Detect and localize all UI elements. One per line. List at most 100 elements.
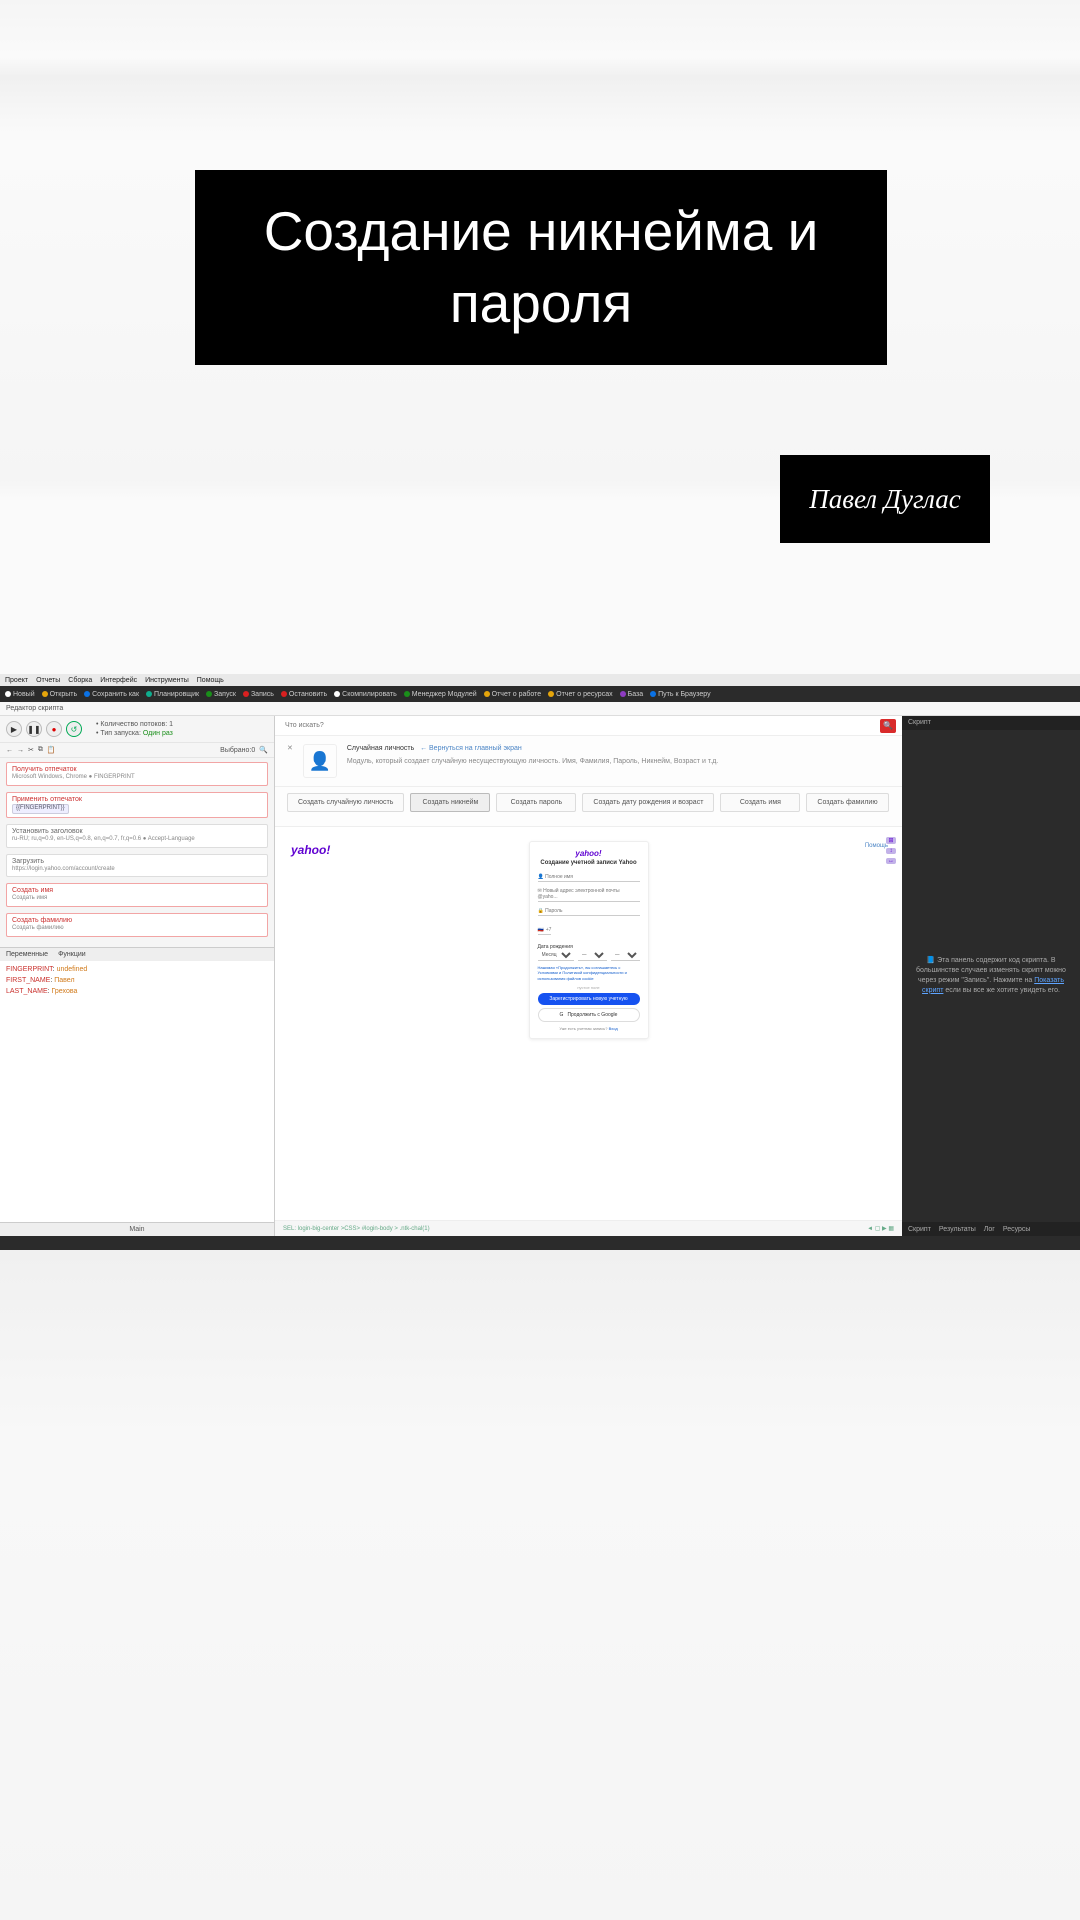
search-icon[interactable]: 🔍 (259, 746, 268, 754)
step-card[interactable]: Загрузить https://login.yahoo.com/accoun… (6, 854, 268, 878)
center-panel: 🔍 ✕ 👤 Случайная личность ← Вернуться на … (275, 716, 902, 1236)
password-field[interactable]: 🔒 Пароль (538, 907, 640, 916)
step-card[interactable]: Создать фамилию Создать фамилию (6, 913, 268, 937)
list-item[interactable]: FINGERPRINT: undefined (6, 964, 268, 975)
menu-item[interactable]: Сборка (68, 677, 92, 684)
list-item[interactable]: LAST_NAME: Грехова (6, 986, 268, 997)
record-button[interactable]: ● (46, 721, 62, 737)
module-header: ✕ 👤 Случайная личность ← Вернуться на гл… (275, 736, 902, 787)
play-button[interactable]: ▶ (6, 721, 22, 737)
dob-month[interactable]: Месяц (538, 950, 574, 961)
nav-icon[interactable]: ▢ (875, 1226, 881, 1232)
tab-variables[interactable]: Переменные (6, 951, 48, 958)
step-card[interactable]: Создать имя Создать имя (6, 883, 268, 907)
menu-item[interactable]: Отчеты (36, 677, 60, 684)
create-lastname-button[interactable]: Создать фамилию (806, 793, 888, 812)
mini-toolbar: ← → ✂ ⧉ 📋 Выбрано: 0 🔍 (0, 742, 274, 758)
close-icon[interactable]: ✕ (287, 744, 293, 752)
back-link[interactable]: ← Вернуться на главный экран (420, 745, 522, 752)
left-footer-tab[interactable]: Main (0, 1222, 274, 1236)
toolbar-saveas[interactable]: Сохранить как (84, 691, 139, 698)
toolbar: Новый Открыть Сохранить как Планировщик … (0, 686, 1080, 702)
selector-footer: SEL: login-big-center >CSS> #login-body … (275, 1220, 902, 1236)
toolbar-browser-path[interactable]: Путь к Браузеру (650, 691, 710, 698)
dob-day[interactable]: — (578, 950, 607, 961)
create-nickname-button[interactable]: Создать никнейм (410, 793, 490, 812)
step-card[interactable]: Получить отпечаток Microsoft Windows, Ch… (6, 762, 268, 786)
left-panel: ▶ ❚❚ ● ↺ • Количество потоков: 1 • Тип з… (0, 716, 275, 1236)
toolbar-report-res[interactable]: Отчет о ресурсах (548, 691, 612, 698)
selected-count: Выбрано: 0 (220, 747, 255, 754)
tab-resources[interactable]: Ресурсы (1003, 1226, 1031, 1233)
search-button[interactable]: 🔍 (880, 719, 896, 733)
yahoo-logo: yahoo! (291, 843, 330, 857)
email-field[interactable]: ✉ Новый адрес электронной почты @yaho... (538, 887, 640, 902)
fullname-field[interactable]: 👤 Полное имя (538, 873, 640, 882)
create-firstname-button[interactable]: Создать имя (720, 793, 800, 812)
overlay-author: Павел Дуглас (780, 455, 990, 543)
chip[interactable]: ↕ (886, 848, 896, 854)
chip[interactable]: ↔ (886, 858, 896, 864)
toolbar-report-work[interactable]: Отчет о работе (484, 691, 542, 698)
toolbar-record[interactable]: Запись (243, 691, 274, 698)
nav-icon[interactable]: ▶ (882, 1226, 887, 1232)
action-buttons: Создать случайную личность Создать никне… (275, 787, 902, 827)
chip[interactable]: ⊞ (886, 837, 896, 844)
nav-icon[interactable]: ◄ (867, 1226, 873, 1232)
copy-icon[interactable]: ⧉ (38, 746, 43, 754)
tab-functions[interactable]: Функции (58, 951, 86, 958)
phone-field[interactable]: 🇷🇺 +7 (538, 926, 552, 935)
signin-link[interactable]: Вход (609, 1026, 618, 1031)
breadcrumb-title: Случайная личность (347, 745, 414, 752)
paste-icon[interactable]: 📋 (47, 746, 56, 754)
menu-item[interactable]: Помощь (197, 677, 224, 684)
toolbar-scheduler[interactable]: Планировщик (146, 691, 199, 698)
list-item[interactable]: FIRST_NAME: Павел (6, 975, 268, 986)
stop-button[interactable]: ↺ (66, 721, 82, 737)
step-card[interactable]: Установить заголовок ru-RU; ru,q=0.9, en… (6, 824, 268, 848)
yahoo-signup-form: yahoo! Создание учетной записи Yahoo 👤 П… (529, 841, 649, 1039)
person-icon: 👤 (303, 744, 337, 778)
inspect-chips: ⊞ ↕ ↔ (886, 837, 896, 864)
ide-window: Проект Отчеты Сборка Интерфейс Инструмен… (0, 674, 1080, 1250)
toolbar-modules[interactable]: Менеджер Модулей (404, 691, 477, 698)
form-title: Создание учетной записи Yahoo (538, 860, 640, 867)
form-footer: Уже есть учетная запись? Вход (538, 1026, 640, 1031)
cut-icon[interactable]: ✂ (28, 746, 34, 754)
vars-tabs: Переменные Функции (0, 947, 274, 961)
empty-note: пустое поле (538, 985, 640, 990)
help-link[interactable]: Помощь (865, 843, 888, 849)
right-panel: Скрипт 📘 Эта панель содержит код скрипта… (902, 716, 1080, 1236)
menu-item[interactable]: Инструменты (145, 677, 189, 684)
run-meta: • Количество потоков: 1 • Тип запуска: О… (96, 720, 173, 738)
google-icon: G (560, 1012, 564, 1018)
google-signin-button[interactable]: G Продолжить с Google (538, 1008, 640, 1022)
toolbar-stop[interactable]: Остановить (281, 691, 327, 698)
step-card[interactable]: Применить отпечаток {{FINGERPRINT}} (6, 792, 268, 818)
menu-item[interactable]: Проект (5, 677, 28, 684)
create-dob-age-button[interactable]: Создать дату рождения и возраст (582, 793, 714, 812)
module-description: Модуль, который создает случайную несуще… (347, 757, 890, 767)
browser-preview: yahoo! Помощь ⊞ ↕ ↔ yahoo! Создание учет… (275, 827, 902, 1220)
search-input[interactable] (281, 720, 880, 731)
tab-log[interactable]: Лог (984, 1226, 995, 1233)
menu-item[interactable]: Интерфейс (100, 677, 137, 684)
yahoo-logo-small: yahoo! (538, 849, 640, 858)
toolbar-new[interactable]: Новый (5, 691, 35, 698)
create-random-identity-button[interactable]: Создать случайную личность (287, 793, 404, 812)
forward-icon[interactable]: → (17, 747, 24, 754)
toolbar-compile[interactable]: Скомпилировать (334, 691, 397, 698)
back-icon[interactable]: ← (6, 747, 13, 754)
tab-results[interactable]: Результаты (939, 1226, 976, 1233)
nav-icon[interactable]: ▦ (888, 1226, 894, 1232)
sub-header: Редактор скрипта (0, 702, 1080, 716)
tab-script[interactable]: Скрипт (908, 1226, 931, 1233)
toolbar-db[interactable]: База (620, 691, 644, 698)
selector-path: SEL: login-big-center >CSS> #login-body … (283, 1226, 430, 1232)
toolbar-run[interactable]: Запуск (206, 691, 236, 698)
create-password-button[interactable]: Создать пароль (496, 793, 576, 812)
signup-button[interactable]: Зарегистрировать новую учетную (538, 993, 640, 1005)
toolbar-open[interactable]: Открыть (42, 691, 78, 698)
dob-year[interactable]: — (611, 950, 640, 961)
pause-button[interactable]: ❚❚ (26, 721, 42, 737)
